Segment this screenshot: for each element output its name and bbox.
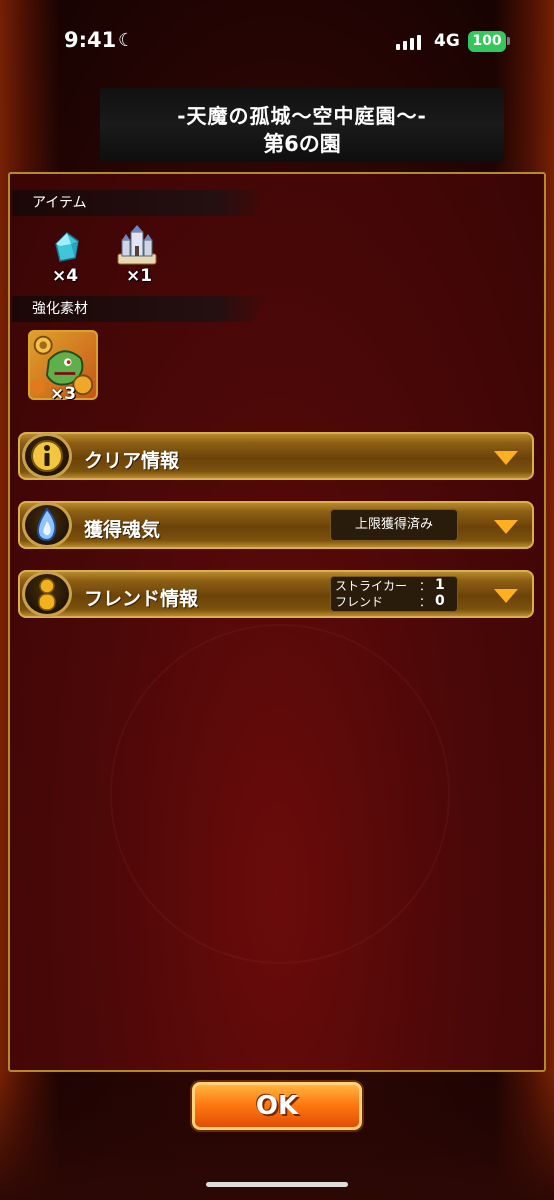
stage-title: -天魔の孤城～空中庭園～-	[177, 104, 427, 128]
friend-info-row[interactable]: フレンド情報 ストライカー ： 1 フレンド ： 0	[18, 570, 534, 618]
friend-label: フレンド	[335, 595, 384, 609]
status-bar: 9:41 ☾ 4G 100	[0, 0, 554, 84]
flame-glyph	[36, 507, 57, 542]
stage-title-banner: -天魔の孤城～空中庭園～- 第6の園	[100, 88, 504, 162]
info-glyph	[31, 440, 63, 472]
friend-stats-badge: ストライカー ： 1 フレンド ： 0	[330, 576, 458, 612]
striker-value: 1	[435, 577, 445, 593]
item-qty: ×1	[126, 266, 153, 286]
chevron-down-icon[interactable]	[494, 451, 518, 465]
striker-separator: ：	[419, 579, 432, 593]
home-indicator[interactable]	[206, 1182, 348, 1187]
materials-section-header: 強化素材	[12, 296, 268, 322]
castle-icon[interactable]	[114, 224, 160, 270]
panel-decoration	[110, 624, 450, 964]
friend-separator: ：	[419, 595, 432, 609]
crystal-icon[interactable]	[54, 232, 80, 262]
stage-subtitle: 第6の園	[263, 132, 341, 156]
moon-icon: ☾	[118, 30, 135, 51]
friend-icon	[22, 571, 72, 617]
soul-status-badge: 上限獲得済み	[330, 509, 458, 541]
status-time: 9:41	[64, 28, 117, 52]
ok-button-label: OK	[255, 1091, 299, 1121]
item-qty: ×4	[52, 266, 79, 286]
clear-info-row[interactable]: クリア情報	[18, 432, 534, 480]
friend-glyph	[38, 578, 56, 611]
friend-info-label: フレンド情報	[84, 588, 199, 610]
ok-button[interactable]: OK	[192, 1082, 362, 1130]
material-qty: ×3	[50, 384, 77, 404]
friend-value: 0	[435, 593, 445, 609]
striker-label: ストライカー	[335, 579, 408, 593]
chevron-down-icon[interactable]	[494, 589, 518, 603]
signal-icon	[396, 34, 421, 50]
items-section-header: アイテム	[12, 190, 268, 216]
soul-label: 獲得魂気	[84, 519, 161, 541]
battery-icon: 100	[468, 31, 506, 52]
info-icon	[22, 433, 72, 479]
clear-info-label: クリア情報	[84, 450, 180, 472]
battery-tip	[507, 37, 510, 45]
soul-row[interactable]: 獲得魂気 上限獲得済み	[18, 501, 534, 549]
network-type: 4G	[434, 31, 460, 51]
chevron-down-icon[interactable]	[494, 520, 518, 534]
flame-icon	[22, 502, 72, 548]
